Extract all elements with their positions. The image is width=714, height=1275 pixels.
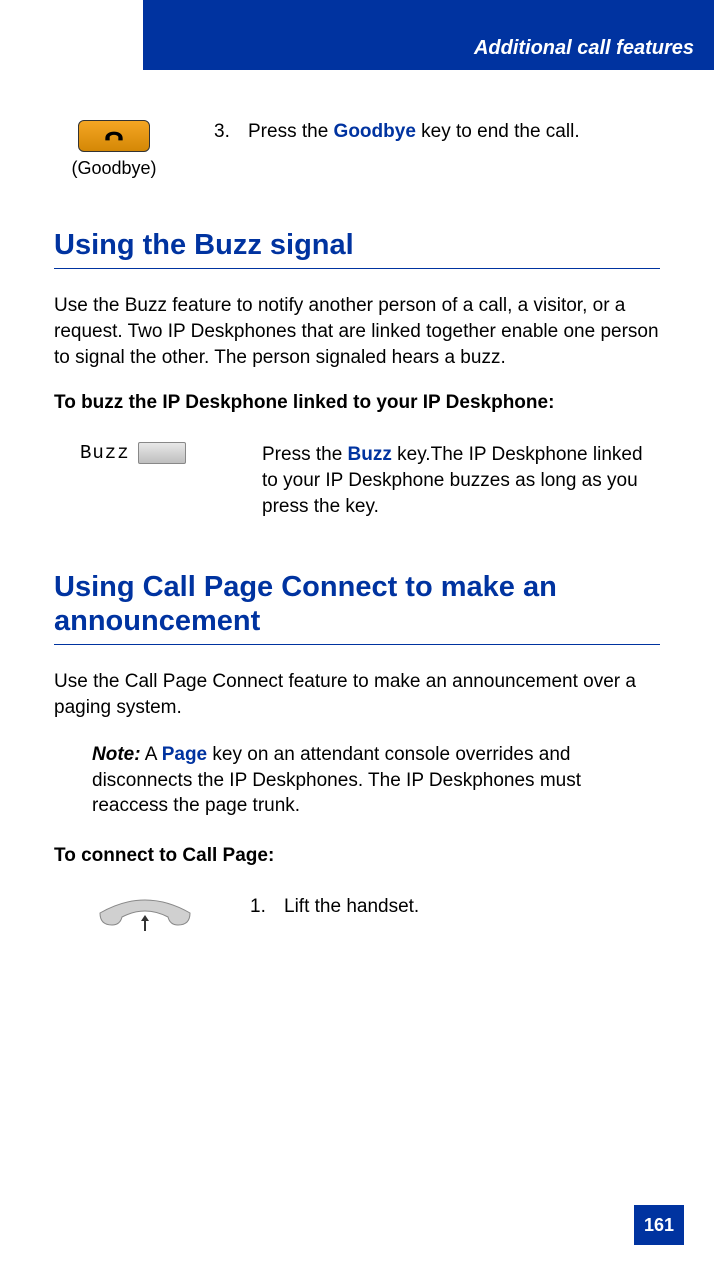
- buzz-body-text: Use the Buzz feature to notify another p…: [54, 293, 660, 370]
- goodbye-key-figure: (Goodbye): [54, 120, 174, 179]
- goodbye-keyword: Goodbye: [334, 121, 416, 142]
- page-number-badge: 161: [634, 1205, 684, 1245]
- note-block: Note: A Page key on an attendant console…: [54, 742, 660, 819]
- phone-down-icon: [101, 123, 127, 149]
- section-rule: [54, 268, 660, 269]
- buzz-softkey-label: Buzz: [80, 442, 130, 464]
- handset-figure: [80, 895, 210, 939]
- buzz-keyword: Buzz: [348, 444, 392, 465]
- softkey-icon: [138, 442, 186, 464]
- section-rule-2: [54, 644, 660, 645]
- callpage-body-text: Use the Call Page Connect feature to mak…: [54, 669, 660, 720]
- buzz-step-text: Press the Buzz key.The IP Deskphone link…: [262, 442, 660, 519]
- content-area: (Goodbye) 3. Press the Goodbye key to en…: [54, 120, 660, 989]
- step-1-text: 1. Lift the handset.: [250, 895, 660, 920]
- step-number: 1.: [250, 895, 270, 920]
- buzz-step-row: Buzz Press the Buzz key.The IP Deskphone…: [54, 442, 660, 519]
- section-heading-buzz: Using the Buzz signal: [54, 229, 660, 262]
- goodbye-key-label: (Goodbye): [71, 158, 156, 179]
- step-body: Lift the handset.: [284, 895, 419, 920]
- header-title: Additional call features: [474, 37, 694, 60]
- callpage-subheading: To connect to Call Page:: [54, 845, 660, 867]
- page-keyword: Page: [162, 744, 207, 765]
- step-3-text: 3. Press the Goodbye key to end the call…: [214, 120, 660, 145]
- step-body: Press the Goodbye key to end the call.: [248, 120, 580, 145]
- step-3-row: (Goodbye) 3. Press the Goodbye key to en…: [54, 120, 660, 179]
- lift-handset-icon: [90, 895, 200, 939]
- section-heading-callpage: Using Call Page Connect to make an annou…: [54, 571, 660, 638]
- header-bar: Additional call features: [143, 0, 714, 70]
- buzz-softkey-figure: Buzz: [80, 442, 230, 464]
- step-1-row: 1. Lift the handset.: [54, 895, 660, 939]
- note-label: Note:: [92, 744, 141, 765]
- step-number: 3.: [214, 120, 234, 145]
- goodbye-key-icon: [78, 120, 150, 152]
- buzz-subheading: To buzz the IP Deskphone linked to your …: [54, 392, 660, 414]
